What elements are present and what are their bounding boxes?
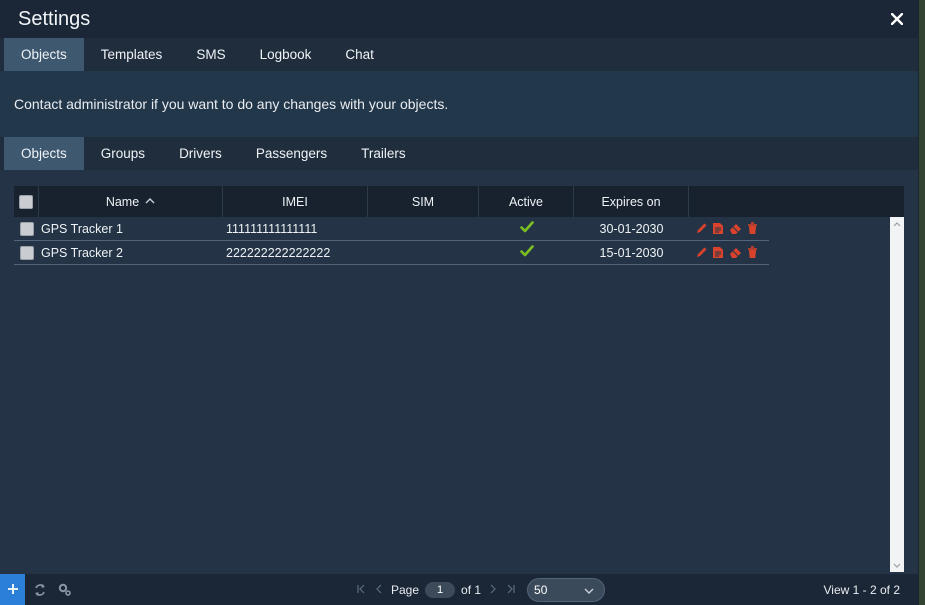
header-name-label: Name [105,194,140,209]
header-name[interactable]: Name [39,186,223,217]
cell-actions [689,241,769,264]
window-title: Settings [18,7,91,30]
last-page-icon[interactable] [505,583,517,597]
main-tabs: Objects Templates SMS Logbook Chat [0,38,918,71]
objects-grid: Name IMEI SIM Active Expires on GPS Trac… [14,186,904,572]
scroll-down-icon[interactable] [890,558,904,572]
check-icon [519,244,534,261]
cell-actions [689,217,769,240]
cell-active [479,217,574,240]
rows-per-page-select[interactable]: 50 [527,577,606,602]
settings-window: Settings Objects Templates SMS Logbook C… [0,0,919,605]
cell-name: GPS Tracker 1 [41,221,123,236]
background-strip [919,0,925,605]
title-bar: Settings [0,0,918,38]
tab-sms[interactable]: SMS [179,38,242,71]
row-checkbox-cell [14,241,39,264]
next-page-icon[interactable] [487,583,499,597]
tab-objects[interactable]: Objects [4,38,84,71]
header-imei[interactable]: IMEI [223,186,368,217]
header-expires[interactable]: Expires on [574,186,689,217]
subtab-passengers[interactable]: Passengers [239,137,344,170]
add-button[interactable] [0,574,25,605]
edit-icon[interactable] [694,222,708,236]
refresh-icon[interactable] [31,581,49,599]
cell-expires: 30-01-2030 [599,221,664,236]
row-checkbox[interactable] [19,245,34,260]
rows-per-page-value: 50 [534,582,548,597]
info-message: Contact administrator if you want to do … [0,71,918,137]
subtab-groups[interactable]: Groups [84,137,162,170]
cell-active [479,241,574,264]
cell-sim [368,217,479,240]
plus-icon [7,578,19,601]
sort-asc-icon [145,196,155,207]
settings-icon[interactable] [55,581,73,599]
grid-header: Name IMEI SIM Active Expires on [14,186,904,217]
edit-icon[interactable] [694,246,708,260]
grid-rows: GPS Tracker 1 111111111111111 30-01-2030 [14,217,904,265]
document-icon[interactable] [711,222,725,236]
row-checkbox[interactable] [19,221,34,236]
document-icon[interactable] [711,246,725,260]
cell-imei: 111111111111111 [226,221,318,236]
row-checkbox-cell [14,217,39,240]
chevron-down-icon [584,583,594,597]
cell-expires: 15-01-2030 [599,245,664,260]
check-icon [519,220,534,237]
header-actions [689,186,904,217]
table-row[interactable]: GPS Tracker 1 111111111111111 30-01-2030 [14,217,769,241]
tab-chat[interactable]: Chat [328,38,391,71]
tab-templates[interactable]: Templates [84,38,180,71]
select-all-checkbox[interactable] [19,194,33,209]
page-label: Page [391,582,420,597]
tab-logbook[interactable]: Logbook [243,38,329,71]
prev-page-icon[interactable] [373,583,385,597]
grid-scrollbar[interactable] [890,217,904,572]
sub-tabs: Objects Groups Drivers Passengers Traile… [0,137,918,170]
trash-icon[interactable] [745,246,759,260]
table-row[interactable]: GPS Tracker 2 222222222222222 15-01-2030 [14,241,769,265]
trash-icon[interactable] [745,222,759,236]
eraser-icon[interactable] [728,246,742,260]
eraser-icon[interactable] [728,222,742,236]
page-of-label: of 1 [461,582,482,597]
cell-imei: 222222222222222 [226,245,331,260]
close-icon[interactable] [890,12,904,26]
subtab-trailers[interactable]: Trailers [344,137,423,170]
scroll-up-icon[interactable] [890,217,904,231]
cell-sim [368,241,479,264]
page-input[interactable]: 1 [425,581,456,598]
cell-name: GPS Tracker 2 [41,245,123,260]
header-active[interactable]: Active [479,186,574,217]
subtab-drivers[interactable]: Drivers [162,137,239,170]
header-sim[interactable]: SIM [368,186,479,217]
view-info: View 1 - 2 of 2 [823,582,901,597]
grid-footer: Page 1 of 1 50 View 1 - 2 of 2 [0,574,918,605]
subtab-objects[interactable]: Objects [4,137,84,170]
first-page-icon[interactable] [355,583,367,597]
pager: Page 1 of 1 50 [355,574,606,605]
header-select-all [14,186,39,217]
info-message-text: Contact administrator if you want to do … [14,96,449,112]
